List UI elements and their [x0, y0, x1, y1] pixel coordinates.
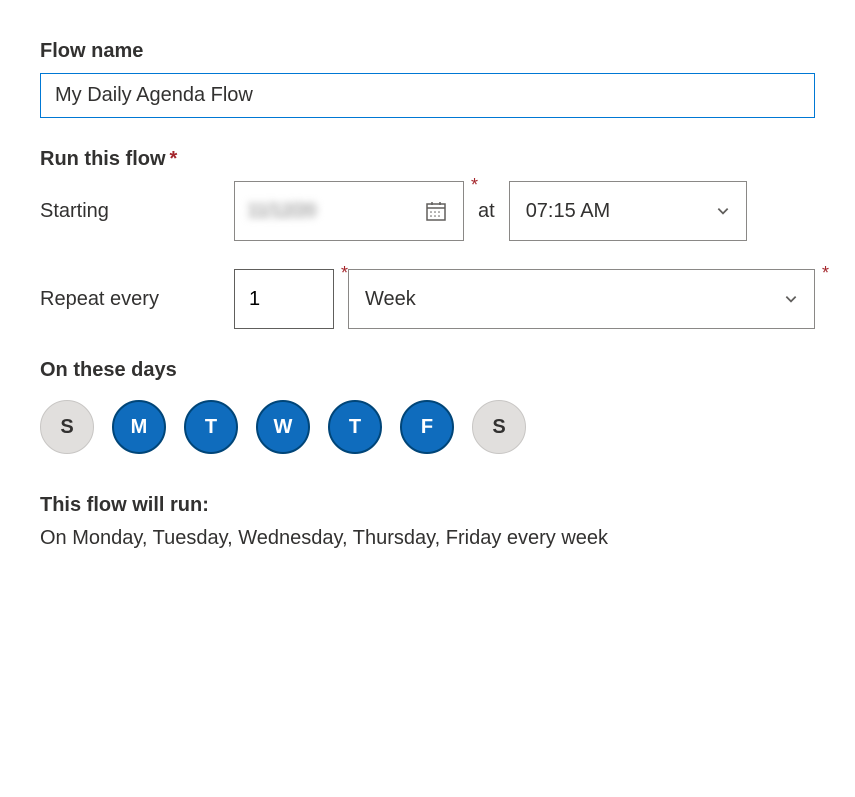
date-wrapper: 11/12/20 * [234, 181, 464, 241]
repeat-count-input[interactable] [234, 269, 334, 329]
required-mark: * [170, 148, 178, 170]
repeat-unit-value: Week [365, 288, 416, 311]
run-flow-label: Run this flow* [40, 148, 815, 171]
day-toggle-0[interactable]: S [40, 400, 94, 454]
date-picker[interactable]: 11/12/20 [234, 181, 464, 241]
required-mark: * [471, 175, 478, 196]
time-select[interactable]: 07:15 AM [509, 181, 747, 241]
at-label: at [478, 200, 495, 223]
required-mark: * [341, 263, 348, 284]
flow-name-label: Flow name [40, 40, 815, 63]
repeat-count-wrapper: * [234, 269, 334, 329]
day-toggle-1[interactable]: M [112, 400, 166, 454]
flow-name-input[interactable] [40, 73, 815, 118]
time-value: 07:15 AM [526, 200, 611, 223]
required-mark: * [822, 263, 829, 284]
summary-label: This flow will run: [40, 494, 815, 517]
days-group: On these days SMTWTFS [40, 359, 815, 454]
day-toggle-2[interactable]: T [184, 400, 238, 454]
date-value: 11/12/20 [235, 200, 409, 223]
summary-group: This flow will run: On Monday, Tuesday, … [40, 494, 815, 550]
starting-row: Starting 11/12/20 [40, 181, 815, 241]
days-label: On these days [40, 359, 815, 382]
day-toggle-6[interactable]: S [472, 400, 526, 454]
day-toggle-3[interactable]: W [256, 400, 310, 454]
summary-text: On Monday, Tuesday, Wednesday, Thursday,… [40, 527, 815, 550]
repeat-unit-wrapper: Week * [348, 269, 815, 329]
repeat-unit-select[interactable]: Week [348, 269, 815, 329]
run-flow-label-text: Run this flow [40, 148, 166, 170]
flow-name-group: Flow name [40, 40, 815, 118]
repeat-row: Repeat every * Week * [40, 269, 815, 329]
starting-label: Starting [40, 200, 220, 223]
chevron-down-icon [716, 204, 730, 218]
repeat-label: Repeat every [40, 288, 220, 311]
calendar-icon [424, 199, 448, 223]
run-flow-group: Run this flow* Starting 11/12/20 [40, 148, 815, 329]
chevron-down-icon [784, 292, 798, 306]
day-toggle-4[interactable]: T [328, 400, 382, 454]
days-row: SMTWTFS [40, 400, 815, 454]
calendar-button[interactable] [409, 182, 463, 240]
day-toggle-5[interactable]: F [400, 400, 454, 454]
